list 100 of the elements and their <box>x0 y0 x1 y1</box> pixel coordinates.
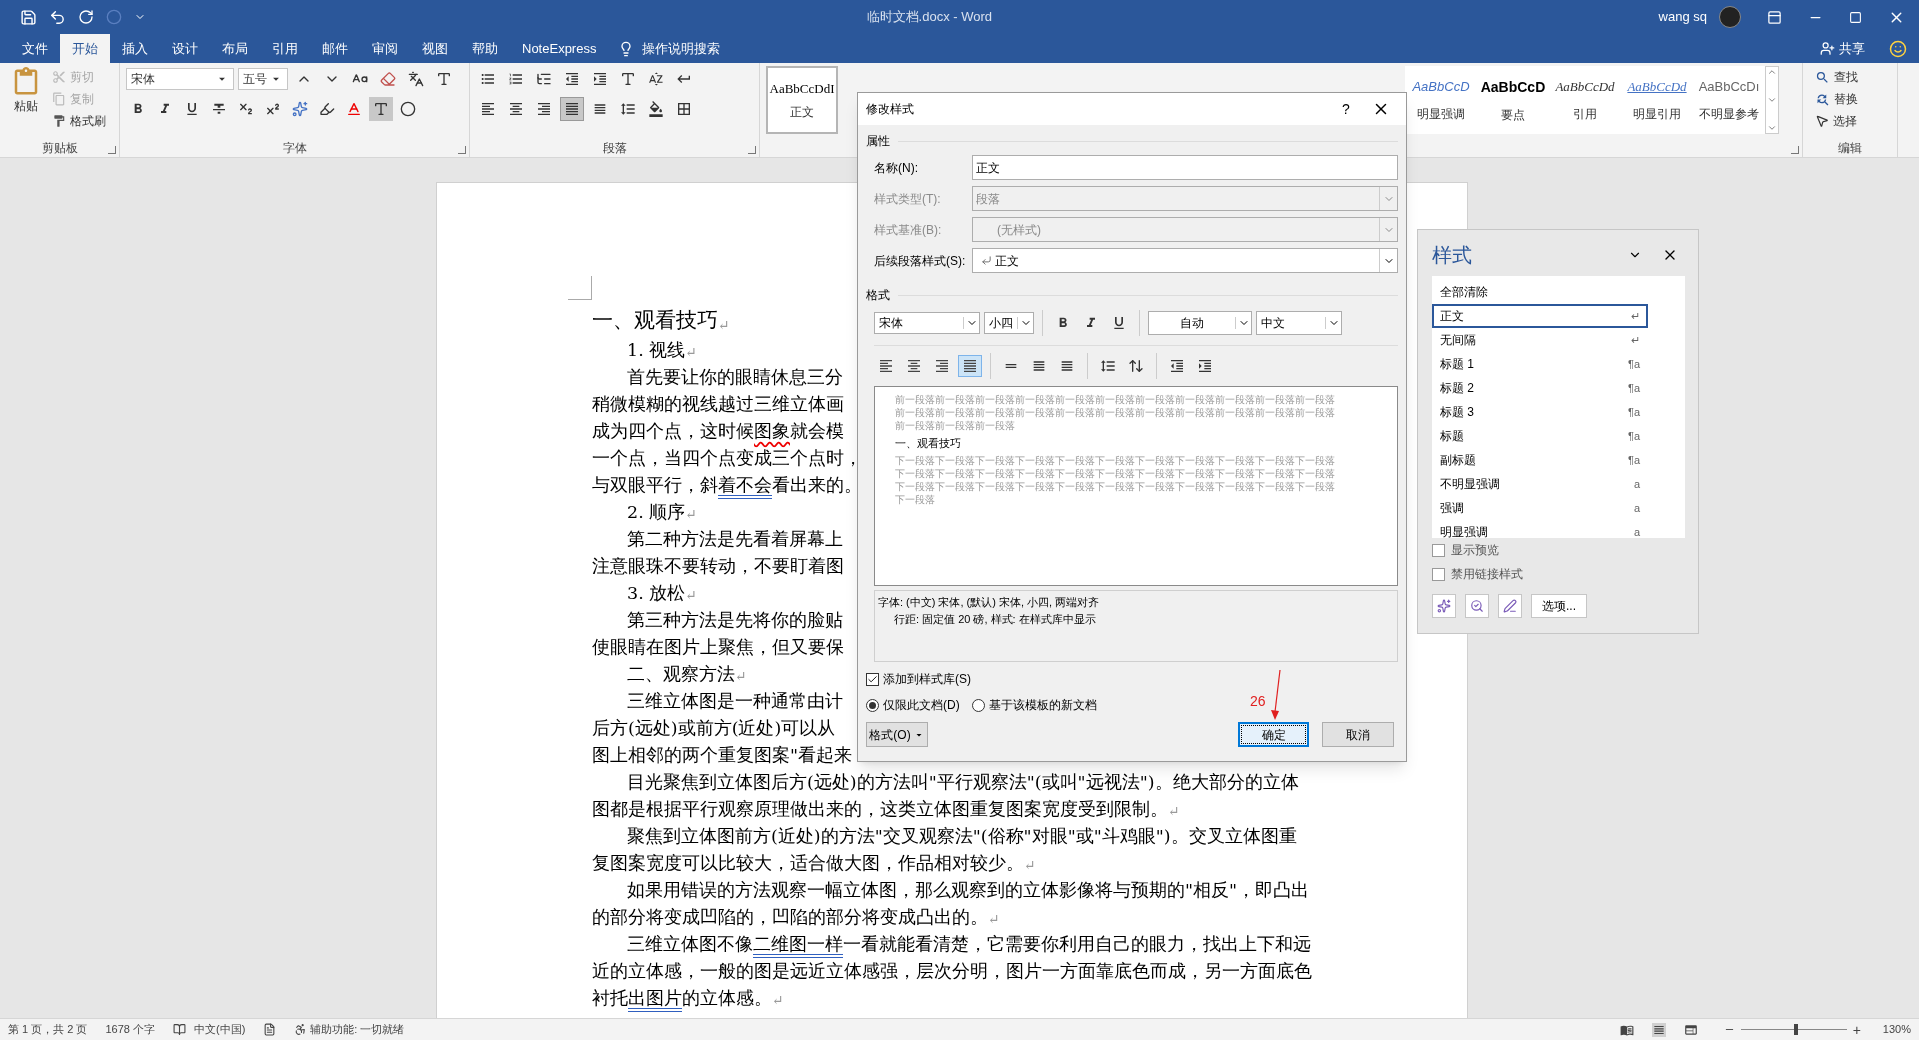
avatar[interactable] <box>1719 6 1741 28</box>
document-icon[interactable] <box>263 1023 277 1036</box>
ribbon-tab[interactable]: 插入 <box>110 34 160 63</box>
ribbon-tab[interactable]: 文件 <box>10 34 60 63</box>
checkbox[interactable] <box>866 672 879 686</box>
style-gallery-item[interactable]: AaBbCcDd 引用 <box>1549 66 1621 134</box>
zoom-in-button[interactable]: + <box>1852 1022 1861 1037</box>
document-text: 后方(远处)或前方(近处)可以从 <box>592 716 836 740</box>
font-name-field[interactable]: 宋体 <box>126 68 234 90</box>
style-list-item[interactable]: 标题 1 ¶a <box>1432 352 1648 376</box>
ribbon-tab[interactable]: 审阅 <box>360 34 410 63</box>
style-gallery-item[interactable]: AaBbCcD 要点 <box>1477 66 1549 134</box>
select-button[interactable]: 选择 <box>1815 111 1858 131</box>
style-gallery-item[interactable]: AaBbCcD 明显强调 <box>1405 66 1477 134</box>
enclose-characters-icon <box>400 101 416 117</box>
style-gallery-item[interactable]: AaBbCcDdI 正文 <box>766 66 838 134</box>
ribbon-tab[interactable]: 引用 <box>260 34 310 63</box>
accessibility-status[interactable]: 辅助功能: 一切就绪 <box>310 1021 405 1038</box>
find-button[interactable]: 查找 <box>1815 67 1858 87</box>
radio-button[interactable] <box>866 698 879 712</box>
options-button[interactable]: 选项... <box>1531 594 1587 618</box>
new-style-button[interactable] <box>1432 594 1456 618</box>
format-button[interactable]: 格式(O) <box>866 722 928 747</box>
align-icon <box>878 358 894 374</box>
print-layout-icon[interactable] <box>1651 1022 1666 1037</box>
alignment-button[interactable] <box>958 355 982 377</box>
ribbon-tab[interactable]: 邮件 <box>310 34 360 63</box>
style-list-item[interactable]: 强调 a <box>1432 496 1648 520</box>
page-count[interactable]: 第 1 页，共 2 页 <box>8 1021 88 1038</box>
dialog-launcher-icon[interactable] <box>108 146 116 154</box>
ribbon-tab[interactable]: 开始 <box>60 34 110 63</box>
script-dropdown[interactable]: 中文 <box>1256 311 1342 335</box>
style-gallery-item[interactable]: AaBbCcDd 明显引用 <box>1621 66 1693 134</box>
word-count[interactable]: 1678 个字 <box>105 1021 155 1038</box>
clipboard-action[interactable]: 格式刷 <box>52 111 106 131</box>
font-color-icon <box>346 101 362 117</box>
line-spacing-icon <box>620 101 636 117</box>
undo-icon[interactable] <box>49 8 66 26</box>
style-dropdown[interactable]: 正文 <box>972 248 1398 273</box>
checkbox[interactable] <box>1432 567 1445 581</box>
ribbon-tab[interactable]: 设计 <box>160 34 210 63</box>
dialog-launcher-icon[interactable] <box>1791 146 1799 154</box>
ribbon-tab[interactable]: 布局 <box>210 34 260 63</box>
restore-icon[interactable] <box>1849 10 1862 24</box>
ok-button[interactable]: 确定 <box>1238 722 1309 747</box>
document-text: 稍微模糊的视线越过三维立体画 <box>592 392 844 416</box>
scroll-down-icon[interactable] <box>1767 95 1777 105</box>
name-field[interactable]: 正文 <box>972 155 1398 180</box>
checkbox[interactable] <box>1432 543 1445 557</box>
proofing-icon[interactable] <box>173 1023 186 1036</box>
search-icon <box>1815 69 1830 85</box>
scroll-up-icon[interactable] <box>1767 67 1777 77</box>
font-dropdown[interactable]: 宋体 <box>874 312 980 334</box>
decrease-spacing-icon <box>1128 358 1144 374</box>
dialog-launcher-icon[interactable] <box>458 146 466 154</box>
underline-icon <box>1111 315 1127 331</box>
repeat-icon[interactable] <box>78 9 94 25</box>
character-shading-button[interactable] <box>369 97 393 121</box>
document-text: 三维立体图是一种通常由计 <box>627 689 843 713</box>
cancel-button[interactable]: 取消 <box>1322 722 1394 747</box>
style-list-item[interactable]: 副标题 ¶a <box>1432 448 1648 472</box>
color-dropdown[interactable]: 自动 <box>1148 311 1252 335</box>
web-layout-icon[interactable] <box>1683 1022 1698 1037</box>
style-list-item[interactable]: 标题 3 ¶a <box>1432 400 1648 424</box>
size-dropdown[interactable]: 小四 <box>984 312 1034 334</box>
tell-me-search[interactable]: 操作说明搜索 <box>642 38 721 59</box>
dialog-launcher-icon[interactable] <box>748 146 756 154</box>
help-button[interactable]: ? <box>1326 98 1366 120</box>
zoom-slider[interactable] <box>1740 1023 1847 1036</box>
style-list-item[interactable]: 明显强调 a <box>1432 520 1648 544</box>
manage-styles-button[interactable] <box>1498 594 1522 618</box>
style-list-item[interactable]: 正文 ↵ <box>1432 304 1648 328</box>
radio-button[interactable] <box>971 698 985 712</box>
document-text: 1. 视线 <box>627 338 686 362</box>
language-indicator[interactable]: 中文(中国) <box>194 1021 246 1038</box>
style-gallery-item[interactable]: AaBbCcDı 不明显参考 <box>1693 66 1765 134</box>
style-list-item[interactable]: 无间隔 ↵ <box>1432 328 1648 352</box>
paste-button[interactable]: 粘贴 <box>6 67 46 139</box>
distribute-icon <box>592 101 608 117</box>
share-button[interactable]: 共享 <box>1820 34 1889 63</box>
style-inspector-button[interactable] <box>1465 594 1489 618</box>
justify-button[interactable] <box>560 97 584 121</box>
ribbon-display-icon[interactable] <box>1767 9 1782 25</box>
document-text: 聚焦到立体图前方(近处)的方法"交叉观察法"(俗称"对眼"或"斗鸡眼")。交叉立体图重 <box>627 824 1297 848</box>
expand-gallery-icon[interactable] <box>1767 123 1777 133</box>
smiley-icon[interactable] <box>1889 39 1907 58</box>
save-icon[interactable] <box>20 8 37 26</box>
character-shading-icon <box>373 101 389 117</box>
sort-icon <box>648 71 664 87</box>
replace-button[interactable]: 替换 <box>1815 89 1858 109</box>
zoom-level[interactable]: 130% <box>1878 1021 1911 1038</box>
style-list-item[interactable]: 全部清除 <box>1432 280 1648 304</box>
ribbon-tab[interactable]: 视图 <box>410 34 460 63</box>
zoom-thumb[interactable] <box>1793 1024 1798 1035</box>
ribbon-tab[interactable]: NoteExpress <box>510 34 609 63</box>
style-list-item[interactable]: 不明显强调 a <box>1432 472 1648 496</box>
style-list-item[interactable]: 标题 2 ¶a <box>1432 376 1648 400</box>
style-list-item[interactable]: 标题 ¶a <box>1432 424 1648 448</box>
font-size-field[interactable]: 五号 <box>238 68 288 90</box>
ribbon-tab[interactable]: 帮助 <box>460 34 510 63</box>
